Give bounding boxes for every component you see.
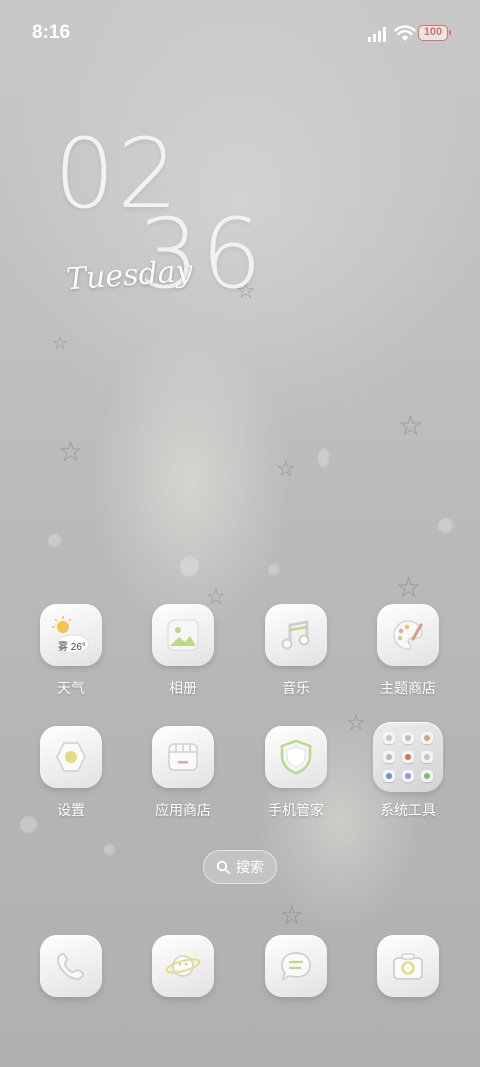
phone-icon (40, 935, 102, 997)
signal-icon (368, 27, 386, 42)
app-music[interactable]: 音乐 (246, 604, 346, 698)
browser-icon (152, 935, 214, 997)
app-theme-store[interactable]: 主题商店 (358, 604, 458, 698)
folder-app-icon (421, 770, 433, 782)
app-settings[interactable]: 设置 (21, 726, 121, 820)
weather-temp: 雾 26° (58, 642, 86, 653)
water-drop (180, 556, 200, 578)
search-button[interactable]: 搜索 (203, 850, 277, 884)
folder-app-icon (402, 732, 414, 744)
star-icon: ☆ (398, 410, 424, 441)
app-app-store[interactable]: 应用商店 (133, 726, 233, 820)
app-system-tools-folder[interactable]: 系统工具 (358, 722, 458, 820)
weather-icon: 雾 26° (40, 604, 102, 666)
star-icon: ☆ (52, 333, 69, 353)
app-gallery[interactable]: 相册 (133, 604, 233, 698)
gallery-icon (152, 604, 214, 666)
handset-icon (57, 953, 84, 980)
gear-icon (56, 742, 86, 772)
app-label: 系统工具 (380, 802, 436, 818)
star-icon: ☆ (280, 900, 304, 930)
app-phone-manager[interactable]: 手机管家 (246, 726, 346, 820)
theme-store-icon (377, 604, 439, 666)
storefront-icon (168, 743, 198, 771)
app-weather[interactable]: 雾 26° 天气 (21, 604, 121, 698)
app-label: 相册 (169, 680, 197, 696)
folder-app-icon (402, 770, 414, 782)
app-label: 主题商店 (380, 680, 436, 696)
search-icon (216, 860, 230, 874)
camera-icon (377, 935, 439, 997)
dock-camera[interactable] (358, 935, 458, 997)
dock-messages[interactable] (246, 935, 346, 997)
status-time: 8:16 (32, 22, 71, 43)
water-drop (318, 448, 330, 468)
star-icon: ☆ (396, 572, 422, 603)
search-label: 搜索 (236, 859, 264, 875)
phone-manager-icon (265, 726, 327, 788)
water-drop (104, 844, 116, 856)
folder-app-icon (383, 732, 395, 744)
dock-browser[interactable] (133, 935, 233, 997)
system-tools-folder-icon (373, 722, 443, 792)
app-label: 设置 (57, 802, 85, 818)
messages-icon (265, 935, 327, 997)
star-icon: ☆ (58, 436, 84, 467)
planet-icon (165, 955, 201, 977)
dock-phone[interactable] (21, 935, 121, 997)
water-drop (48, 534, 62, 548)
folder-app-icon (421, 751, 433, 763)
shield-icon (280, 739, 312, 775)
chat-bubble-icon (281, 952, 311, 981)
water-drop (268, 564, 280, 576)
folder-app-icon (402, 751, 414, 763)
app-label: 手机管家 (268, 802, 324, 818)
folder-app-icon (383, 770, 395, 782)
music-icon (265, 604, 327, 666)
folder-app-icon (383, 751, 395, 763)
picture-icon (167, 619, 199, 651)
battery-indicator: 100 (418, 25, 451, 41)
water-drop (438, 518, 454, 534)
status-bar: 8:16 100 (0, 0, 480, 68)
camera-body-icon (393, 953, 423, 980)
app-store-icon (152, 726, 214, 788)
app-label: 应用商店 (155, 802, 211, 818)
folder-app-icon (421, 732, 433, 744)
palette-icon (393, 620, 423, 650)
folder-grid (383, 732, 433, 782)
app-label: 音乐 (282, 680, 310, 696)
wifi-icon (394, 25, 416, 41)
star-icon: ☆ (276, 456, 296, 481)
music-note-icon (281, 620, 310, 650)
app-label: 天气 (57, 680, 85, 696)
settings-icon (40, 726, 102, 788)
